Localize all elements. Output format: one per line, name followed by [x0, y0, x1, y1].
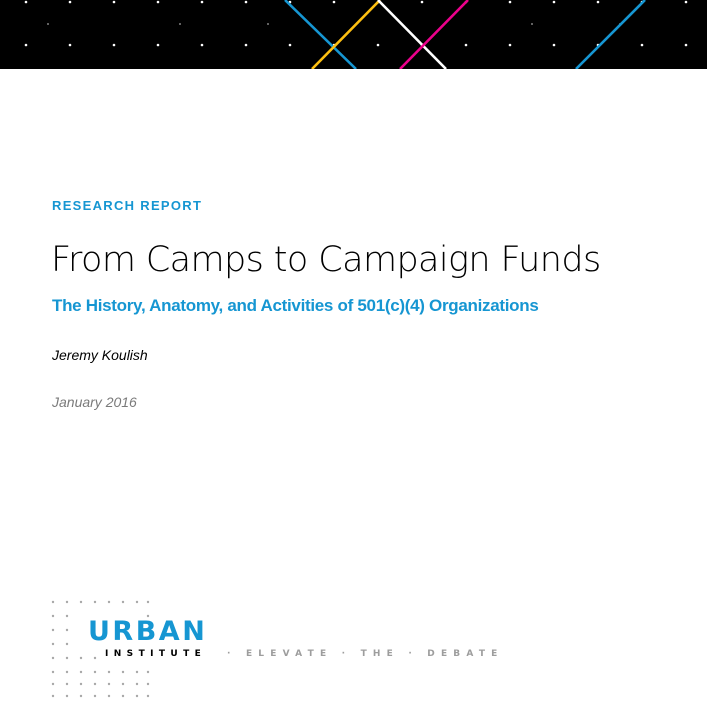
report-type-label: RESEARCH REPORT — [52, 198, 203, 213]
banner-line-blue-2 — [575, 0, 646, 69]
report-title: From Camps to Campaign Funds — [51, 240, 601, 280]
urban-institute-logo: URBAN INSTITUTE · ELEVATE · THE · DEBATE — [50, 598, 497, 702]
logo-subword: INSTITUTE — [105, 649, 207, 659]
banner-pattern — [24, 0, 688, 69]
banner-lines — [284, 0, 646, 69]
logo-tagline: · ELEVATE · THE · DEBATE — [227, 649, 504, 659]
report-subtitle: The History, Anatomy, and Activities of … — [52, 296, 539, 315]
author-name: Jeremy Koulish — [52, 347, 148, 363]
header-banner — [0, 0, 707, 69]
logo-wordmark: URBAN — [88, 616, 208, 647]
publication-date: January 2016 — [52, 394, 137, 410]
